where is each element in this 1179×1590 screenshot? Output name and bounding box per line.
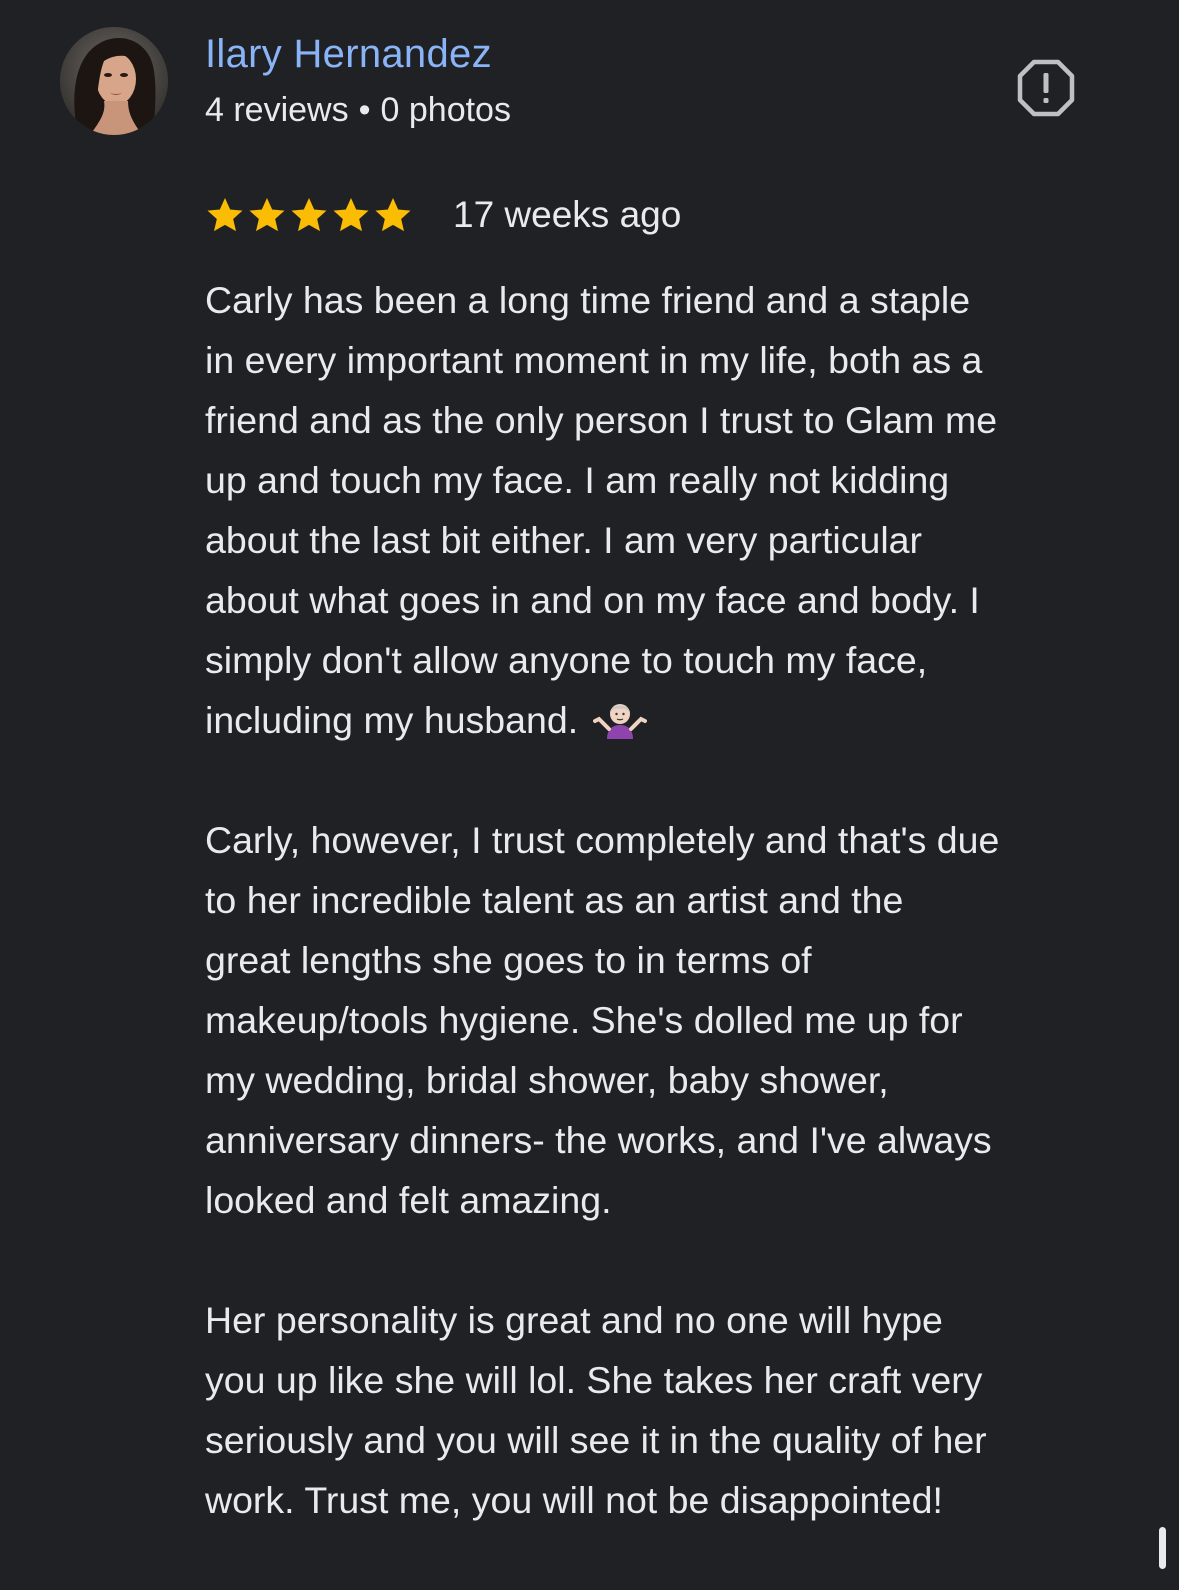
review-text-line: seriously and you will see it in the qua… [205,1419,987,1461]
review-card: Ilary Hernandez 4 reviews • 0 photos 17 we… [0,0,1179,1569]
review-text-line: looked and felt amazing. [205,1179,612,1221]
review-text-line: my wedding, bridal shower, baby shower, [205,1059,889,1101]
review-text-line: about the last bit either. I am very par… [205,519,923,561]
review-text-line: simply don't allow anyone to touch my fa… [205,639,928,681]
star-icon [375,198,411,232]
review-text-line: up and touch my face. I am really not ki… [205,459,950,501]
review-text-line: in every important moment in my life, bo… [205,339,983,381]
review-text-line: to her incredible talent as an artist an… [205,879,904,921]
review-text-line: including my husband. [205,690,1140,750]
avatar[interactable] [60,27,168,135]
person-shrugging-emoji [592,704,647,739]
star-icon [291,198,327,232]
review-text-line: friend and as the only person I trust to… [205,399,998,441]
review-text-line: Her personality is great and no one will… [205,1299,943,1341]
star-rating [205,195,413,235]
rating-row: 17 weeks ago [205,190,681,240]
review-paragraph: Her personality is great and no one will… [205,1290,1140,1530]
review-paragraph: Carly has been a long time friend and a … [205,270,1140,750]
author-meta: 4 reviews • 0 photos [205,88,511,132]
review-paragraph: Carly, however, I trust completely and t… [205,810,1140,1230]
star-icon [207,198,243,232]
avatar-image [60,27,168,135]
review-text-line: work. Trust me, you will not be disappoi… [205,1479,943,1521]
review-text-line: Carly has been a long time friend and a … [205,279,971,321]
report-flag-icon[interactable] [1016,58,1076,118]
reviews-count: 4 reviews [205,91,349,129]
photos-count: 0 photos [380,91,511,129]
review-time: 17 weeks ago [453,194,682,235]
star-icon [249,198,285,232]
review-text-line: makeup/tools hygiene. She's dolled me up… [205,999,963,1041]
review-text-line: about what goes in and on my face and bo… [205,579,980,621]
review-text-line: anniversary dinners- the works, and I've… [205,1119,992,1161]
star-icon [333,198,369,232]
review-text-line: great lengths she goes to in terms of [205,939,812,981]
review-text-line: Carly, however, I trust completely and t… [205,819,1000,861]
scrollbar[interactable] [1159,1527,1166,1569]
meta-separator: • [358,91,371,129]
review-text-line: you up like she will lol. She takes her … [205,1359,983,1401]
review-text: Carly has been a long time friend and a … [205,270,1140,1590]
author-name[interactable]: Ilary Hernandez [205,30,492,78]
